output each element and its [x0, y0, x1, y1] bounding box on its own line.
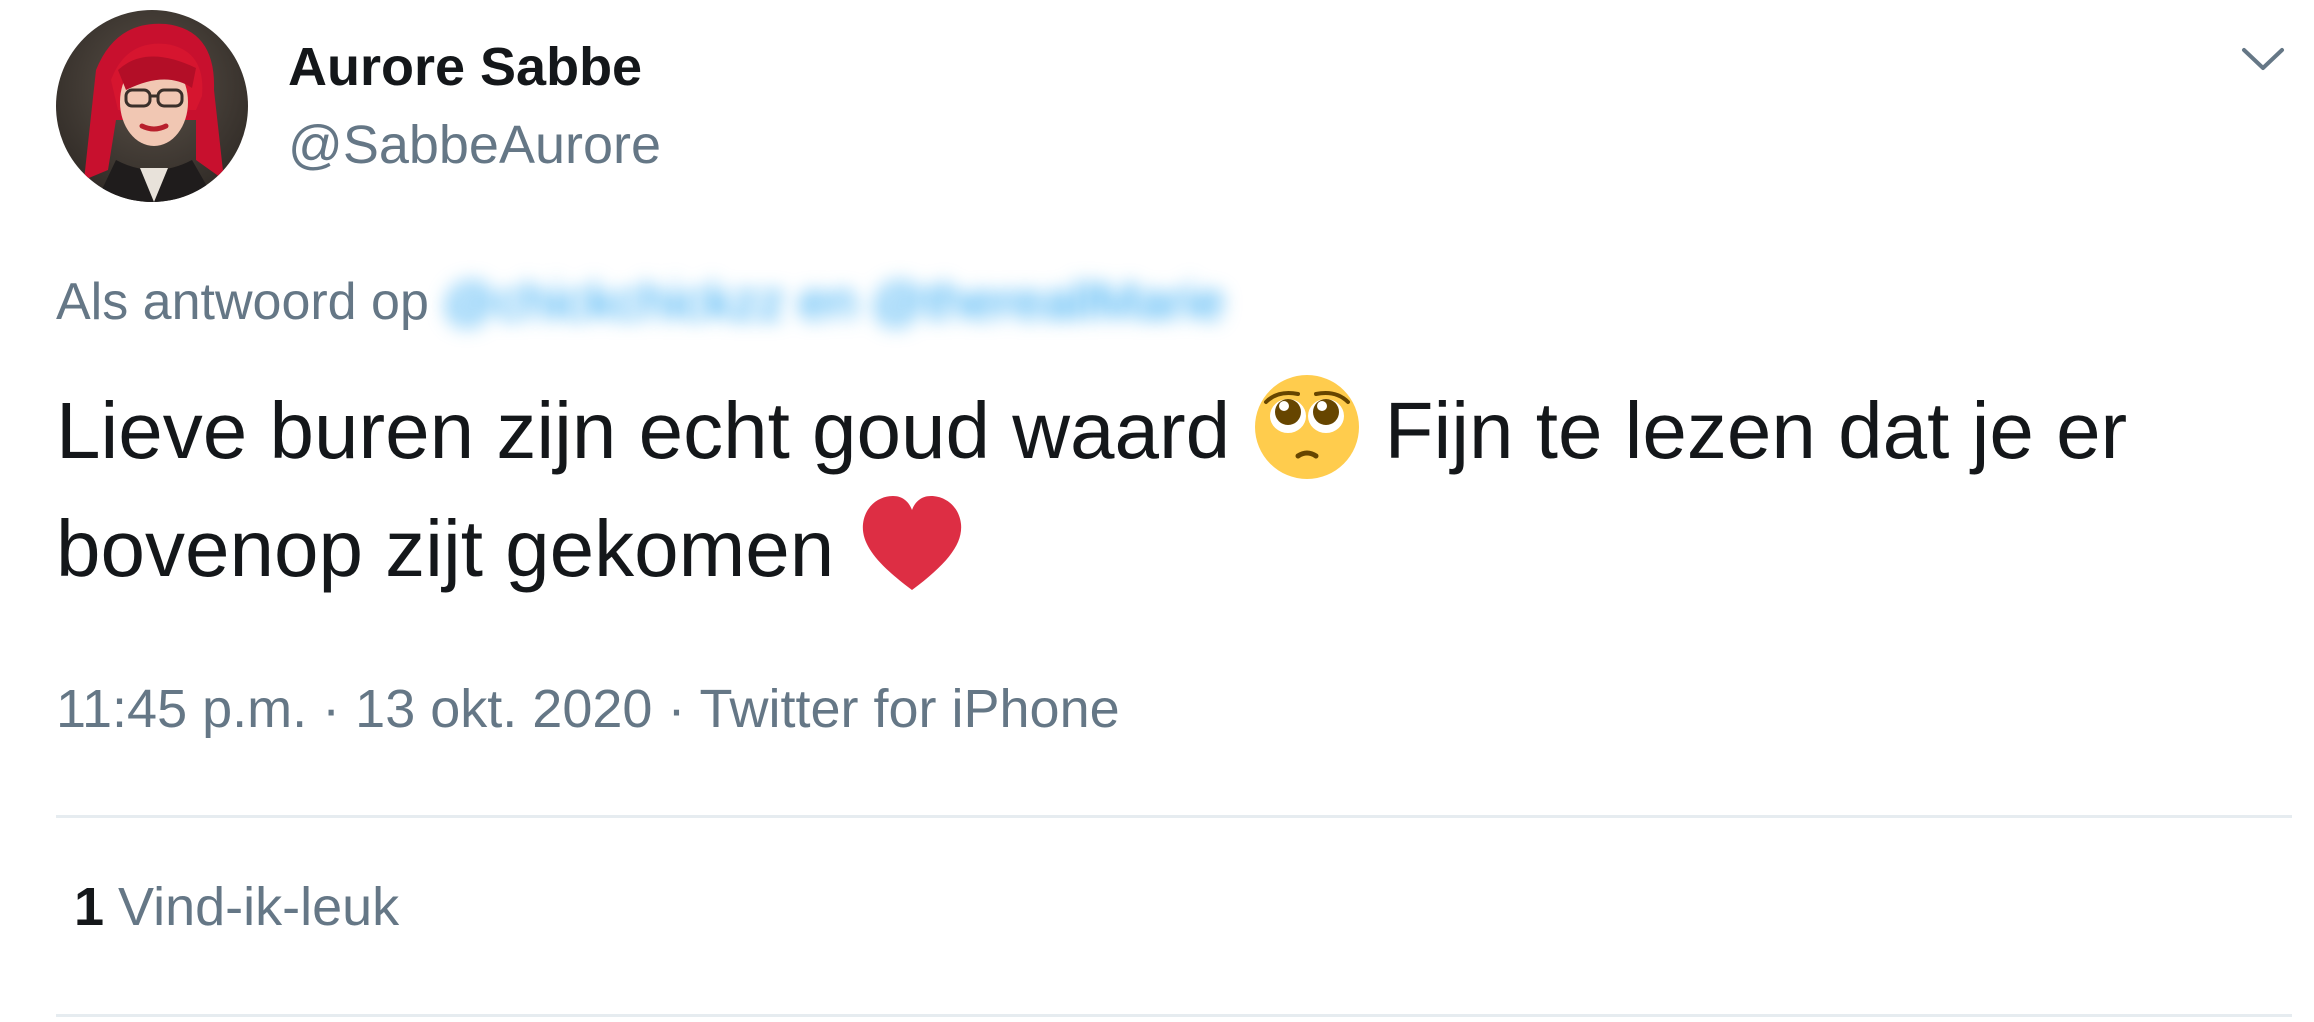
pleading-face-icon [1252, 372, 1362, 482]
divider [56, 815, 2292, 818]
avatar[interactable] [56, 10, 248, 202]
tweet-source[interactable]: Twitter for iPhone [699, 679, 1119, 739]
tweet-meta: 11:45 p.m. · 13 okt. 2020 · Twitter for … [56, 674, 1120, 744]
mention-link[interactable]: @thereallMarie [871, 273, 1224, 331]
reply-prefix: Als antwoord op [56, 273, 429, 331]
tweet-time[interactable]: 11:45 p.m. [56, 679, 307, 739]
author-handle[interactable]: @SabbeAurore [288, 112, 661, 178]
reply-mentions[interactable]: @chickchickzz en @thereallMarie [443, 273, 1225, 331]
tweet-text-part: Fijn te lezen dat je er [1384, 386, 2128, 475]
likes-stat[interactable]: 1 Vind-ik-leuk [74, 872, 399, 942]
tweet-text-part: Lieve buren zijn echt goud waard [56, 386, 1231, 475]
tweet-card: Aurore Sabbe @SabbeAurore Als antwoord o… [0, 0, 2314, 1022]
meta-separator: · [322, 679, 341, 739]
likes-label: Vind-ik-leuk [118, 877, 400, 937]
likes-count: 1 [74, 877, 105, 937]
divider [56, 1014, 2292, 1017]
meta-separator: · [667, 679, 686, 739]
chevron-down-icon[interactable] [2238, 40, 2288, 76]
author-display-name[interactable]: Aurore Sabbe [288, 34, 642, 100]
mention-link[interactable]: @chickchickzz [443, 273, 785, 331]
tweet-date[interactable]: 13 okt. 2020 [355, 679, 652, 739]
mention-connector: en [799, 273, 857, 331]
red-heart-icon [857, 490, 967, 600]
tweet-text: Lieve buren zijn echt goud waard Fijn te… [56, 372, 2296, 608]
tweet-text-part: bovenop zijt gekomen [56, 504, 835, 593]
reply-context: Als antwoord op @chickchickzz en @thereal… [56, 268, 1225, 336]
